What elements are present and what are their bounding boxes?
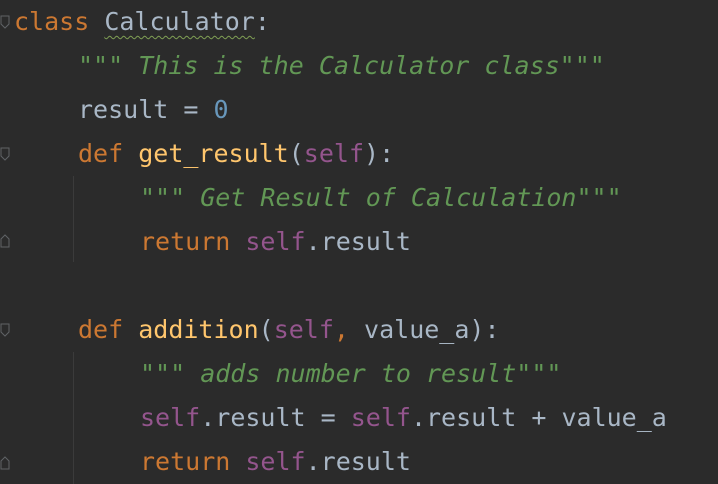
function-name: addition (138, 315, 259, 344)
fold-marker-icon[interactable] (0, 147, 10, 161)
code-line-5[interactable]: """ Get Result of Calculation""" (140, 176, 622, 220)
parameter: value_a (348, 315, 470, 344)
punctuation: ( (258, 315, 274, 344)
self-keyword: self (245, 447, 306, 476)
identifier: .result = (200, 403, 351, 432)
code-line-4[interactable]: def get_result(self): (78, 132, 394, 176)
fold-marker-icon[interactable] (0, 323, 10, 337)
code-line-8[interactable]: def addition(self, value_a): (78, 308, 500, 352)
identifier: .result (305, 227, 411, 256)
class-name: Calculator (104, 7, 255, 36)
identifier: result (78, 95, 169, 124)
docstring: """ Get Result of Calculation""" (140, 183, 622, 212)
code-editor[interactable]: class Calculator: """ This is the Calcul… (0, 0, 718, 484)
punctuation: ): (364, 139, 395, 168)
number-literal: 0 (213, 95, 229, 124)
code-line-1[interactable]: class Calculator: (14, 0, 270, 44)
indent-guide (73, 352, 74, 484)
self-keyword: self (245, 227, 306, 256)
self-keyword: self (303, 139, 365, 168)
self-keyword: self (350, 403, 411, 432)
punctuation: ( (288, 139, 304, 168)
code-line-2[interactable]: """ This is the Calculator class""" (78, 44, 605, 88)
fold-marker-icon[interactable] (0, 456, 10, 470)
docstring: """ This is the Calculator class""" (78, 51, 605, 80)
self-keyword: self (140, 403, 201, 432)
identifier: .result (305, 447, 411, 476)
code-line-3[interactable]: result = 0 (78, 88, 229, 132)
keyword: return (140, 227, 231, 256)
punctuation: : (254, 7, 270, 36)
code-line-10[interactable]: self.result = self.result + value_a (140, 396, 667, 440)
code-line-11[interactable]: return self.result (140, 440, 411, 484)
code-line-6[interactable]: return self.result (140, 220, 411, 264)
keyword: class (14, 7, 90, 36)
keyword: def (78, 315, 124, 344)
keyword: return (140, 447, 231, 476)
identifier: .result + value_a (410, 403, 667, 432)
punctuation: ): (469, 315, 500, 344)
function-name: get_result (138, 139, 289, 168)
code-line-9[interactable]: """ adds number to result""" (140, 352, 561, 396)
fold-marker-icon[interactable] (0, 234, 10, 248)
fold-marker-icon[interactable] (0, 15, 10, 29)
keyword: def (78, 139, 124, 168)
docstring: """ adds number to result""" (140, 359, 562, 388)
indent-guide (73, 176, 74, 262)
self-keyword: self (273, 315, 334, 344)
operator: = (168, 95, 214, 124)
punctuation: , (333, 315, 349, 344)
